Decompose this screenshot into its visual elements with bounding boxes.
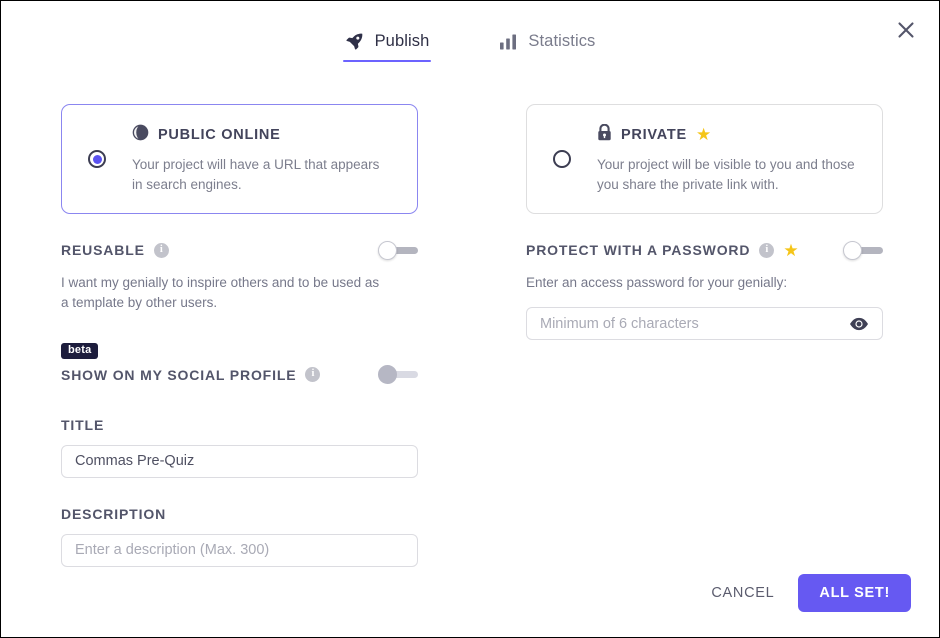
- toggle-knob: [378, 365, 397, 384]
- info-icon[interactable]: i: [305, 367, 320, 382]
- rocket-icon: [345, 32, 364, 51]
- tab-publish-label: Publish: [375, 32, 430, 51]
- social-profile-title: SHOW ON MY SOCIAL PROFILE: [61, 367, 296, 383]
- description-field-label: DESCRIPTION: [61, 506, 418, 522]
- option-private-body: PRIVATE ★ Your project will be visible t…: [597, 124, 882, 195]
- reusable-description: I want my genially to inspire others and…: [61, 273, 381, 314]
- left-column: PUBLIC ONLINE Your project will have a U…: [61, 104, 418, 567]
- star-icon: ★: [696, 126, 711, 143]
- globe-icon: [132, 124, 149, 146]
- publish-modal: Publish Statistics: [0, 0, 940, 638]
- option-public-body: PUBLIC ONLINE Your project will have a U…: [132, 124, 417, 195]
- option-public-title: PUBLIC ONLINE: [158, 127, 281, 143]
- modal-footer: CANCEL ALL SET!: [709, 574, 911, 612]
- password-input-wrap: [526, 307, 883, 340]
- lock-icon: [597, 124, 612, 146]
- info-icon[interactable]: i: [759, 243, 774, 258]
- info-icon[interactable]: i: [154, 243, 169, 258]
- reusable-row: REUSABLE i: [61, 240, 418, 260]
- tab-statistics-label: Statistics: [528, 32, 595, 51]
- description-field-group: DESCRIPTION: [61, 506, 418, 567]
- option-card-public-online[interactable]: PUBLIC ONLINE Your project will have a U…: [61, 104, 418, 214]
- title-input[interactable]: [61, 445, 418, 478]
- password-toggle[interactable]: [843, 240, 883, 260]
- option-private-description: Your project will be visible to you and …: [597, 155, 864, 195]
- password-input[interactable]: [526, 307, 883, 340]
- option-private-title: PRIVATE: [621, 127, 687, 143]
- tab-statistics[interactable]: Statistics: [497, 32, 597, 62]
- title-field-label: TITLE: [61, 417, 418, 433]
- radio-dot: [93, 155, 102, 164]
- password-row: PROTECT WITH A PASSWORD i ★: [526, 240, 883, 260]
- bar-chart-icon: [499, 33, 517, 51]
- reusable-toggle[interactable]: [378, 240, 418, 260]
- description-input[interactable]: [61, 534, 418, 567]
- right-column: PRIVATE ★ Your project will be visible t…: [526, 104, 883, 340]
- eye-icon[interactable]: [849, 317, 869, 331]
- toggle-knob: [843, 241, 862, 260]
- option-public-description: Your project will have a URL that appear…: [132, 155, 390, 195]
- reusable-title: REUSABLE: [61, 242, 145, 258]
- title-field-group: TITLE: [61, 417, 418, 478]
- star-icon: ★: [783, 242, 798, 259]
- social-profile-badge-wrap: beta: [61, 340, 418, 359]
- password-description: Enter an access password for your genial…: [526, 273, 883, 293]
- option-card-private[interactable]: PRIVATE ★ Your project will be visible t…: [526, 104, 883, 214]
- radio-private[interactable]: [527, 150, 597, 168]
- radio-public-online[interactable]: [62, 150, 132, 168]
- social-profile-row: SHOW ON MY SOCIAL PROFILE i: [61, 365, 418, 385]
- password-title: PROTECT WITH A PASSWORD: [526, 242, 750, 258]
- cancel-button[interactable]: CANCEL: [709, 579, 776, 607]
- tab-publish[interactable]: Publish: [343, 32, 432, 62]
- modal-tabs: Publish Statistics: [1, 32, 939, 62]
- toggle-knob: [378, 241, 397, 260]
- social-profile-toggle[interactable]: [378, 365, 418, 385]
- all-set-button[interactable]: ALL SET!: [798, 574, 911, 612]
- beta-badge: beta: [61, 343, 98, 359]
